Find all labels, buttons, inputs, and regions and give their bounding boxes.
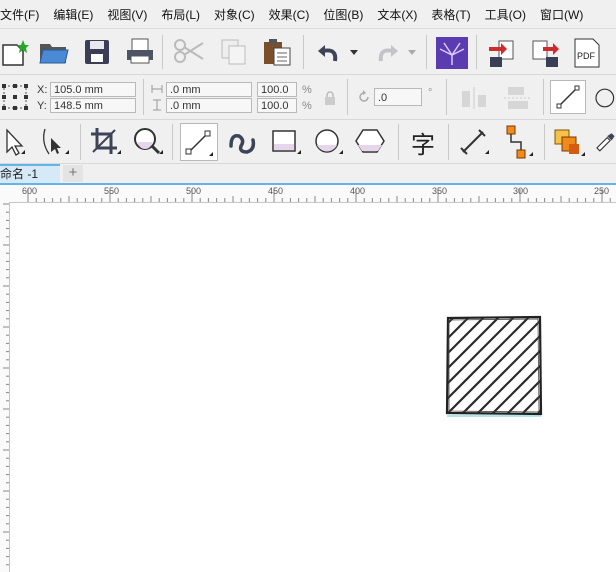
- hatched-square-shape[interactable]: [358, 313, 616, 416]
- import-icon[interactable]: [436, 37, 468, 69]
- import-file-icon[interactable]: [486, 37, 520, 69]
- ruler-tick-label: 550: [104, 186, 120, 196]
- scale-x-unit: %: [302, 84, 312, 96]
- y-label: Y:: [37, 100, 47, 112]
- menu-bar: 文件(F) 编辑(E) 视图(V) 布局(L) 对象(C) 效果(C) 位图(B…: [0, 0, 616, 29]
- canvas-svg: [358, 313, 616, 417]
- y-position-field[interactable]: 148.5 mm: [50, 98, 136, 113]
- menu-window[interactable]: 窗口(W): [533, 6, 590, 23]
- hatch-line: [448, 317, 471, 340]
- hatch-line: [448, 317, 501, 370]
- menu-object[interactable]: 对象(C): [207, 6, 262, 23]
- hatch-line: [448, 319, 540, 413]
- add-tab-button[interactable]: +: [63, 165, 83, 182]
- cut-icon[interactable]: [172, 37, 206, 67]
- horizontal-ruler[interactable]: 600 550 500 450 400 350 300 250: [0, 185, 616, 203]
- ruler-tick-label: 250: [594, 186, 610, 196]
- toolbox: 字: [0, 120, 616, 164]
- menu-view[interactable]: 视图(V): [100, 6, 154, 23]
- hatch-line: [477, 349, 540, 413]
- hatch-line: [522, 394, 540, 413]
- property-bar: X: 105.0 mm Y: 148.5 mm .0 mm .0 mm 100.…: [0, 75, 616, 120]
- hatch-line: [553, 313, 616, 413]
- polygon-tool-icon[interactable]: [352, 125, 390, 159]
- menu-effects[interactable]: 效果(C): [262, 6, 317, 23]
- menu-file[interactable]: 文件(F): [0, 6, 46, 23]
- vertical-ruler[interactable]: [0, 202, 10, 572]
- drawing-canvas[interactable]: [10, 203, 616, 572]
- hatch-line: [448, 317, 456, 325]
- connector-tool-icon[interactable]: [500, 123, 536, 161]
- ruler-tick-label: 300: [513, 186, 529, 196]
- ruler-tick-label: 450: [268, 186, 284, 196]
- text-tool-glyph: 字: [411, 130, 435, 159]
- save-icon[interactable]: [82, 37, 112, 67]
- artistic-media-icon[interactable]: [226, 125, 260, 159]
- paste-icon[interactable]: [260, 37, 294, 67]
- width-field[interactable]: .0 mm: [166, 82, 252, 97]
- ellipse-tool-icon[interactable]: [310, 125, 346, 159]
- print-icon[interactable]: [124, 37, 156, 67]
- svg-text:PDF: PDF: [577, 51, 596, 61]
- x-position-field[interactable]: 105.0 mm: [50, 82, 136, 97]
- interactive-fill-icon[interactable]: [550, 125, 588, 159]
- hatch-line: [448, 317, 516, 385]
- ruler-tick-label: 600: [22, 186, 38, 196]
- hatch-line: [462, 334, 540, 413]
- document-tab-bar: 未命名 -1 +: [0, 164, 616, 183]
- publish-pdf-icon[interactable]: PDF: [570, 37, 606, 69]
- vertical-ruler-ticks: [3, 203, 9, 566]
- width-icon: [150, 83, 164, 95]
- hatch-line: [507, 379, 540, 413]
- lock-ratio-icon[interactable]: [322, 89, 338, 107]
- line-tool-active-icon[interactable]: [550, 80, 586, 114]
- text-tool-icon[interactable]: 字: [404, 125, 442, 159]
- crop-tool-icon[interactable]: [88, 125, 124, 159]
- rotate-icon: [356, 89, 372, 105]
- menu-layout[interactable]: 布局(L): [154, 6, 207, 23]
- angle-unit: °: [428, 87, 433, 99]
- undo-icon[interactable]: [312, 37, 346, 67]
- redo-dropdown-icon[interactable]: [406, 47, 418, 57]
- menu-table[interactable]: 表格(T): [424, 6, 477, 23]
- menu-tools[interactable]: 工具(O): [478, 6, 533, 23]
- ruler-tick-label: 500: [186, 186, 202, 196]
- hatch-line: [492, 364, 540, 413]
- hatch-line: [537, 409, 540, 413]
- menu-text[interactable]: 文本(X): [370, 6, 424, 23]
- rotation-angle-field[interactable]: .0: [374, 88, 422, 106]
- ellipse-shape-icon[interactable]: [592, 83, 616, 113]
- hatch-line: [448, 317, 486, 355]
- document-tab[interactable]: 未命名 -1: [0, 164, 60, 183]
- shape-tool-icon[interactable]: [38, 125, 72, 159]
- eyedropper-icon[interactable]: [594, 125, 616, 159]
- reference-point-icon[interactable]: [0, 82, 30, 112]
- document-tab-title: 未命名 -1: [0, 167, 39, 181]
- redo-icon[interactable]: [370, 37, 404, 67]
- mirror-vertical-icon[interactable]: [500, 83, 536, 113]
- new-document-icon[interactable]: [0, 37, 30, 67]
- standard-toolbar: PDF: [0, 29, 616, 75]
- height-field[interactable]: .0 mm: [166, 98, 252, 113]
- scale-x-field[interactable]: 100.0: [257, 82, 297, 97]
- ruler-tick-label: 350: [432, 186, 448, 196]
- ruler-tick-label: 400: [350, 186, 366, 196]
- copy-icon[interactable]: [218, 37, 250, 67]
- export-file-icon[interactable]: [528, 37, 562, 69]
- parallel-dimension-icon[interactable]: [456, 125, 492, 159]
- open-folder-icon[interactable]: [38, 37, 70, 67]
- freehand-tool-icon[interactable]: [180, 123, 218, 161]
- zoom-tool-icon[interactable]: [130, 125, 166, 159]
- x-label: X:: [37, 84, 48, 96]
- mirror-horizontal-icon[interactable]: [456, 83, 492, 113]
- pick-tool-icon[interactable]: [0, 125, 28, 159]
- rectangle-tool-icon[interactable]: [268, 125, 304, 159]
- scale-y-field[interactable]: 100.0: [257, 98, 297, 113]
- height-icon: [150, 99, 164, 111]
- undo-dropdown-icon[interactable]: [348, 47, 360, 57]
- scale-y-unit: %: [302, 100, 312, 112]
- menu-bitmaps[interactable]: 位图(B): [316, 6, 370, 23]
- menu-edit[interactable]: 编辑(E): [46, 6, 100, 23]
